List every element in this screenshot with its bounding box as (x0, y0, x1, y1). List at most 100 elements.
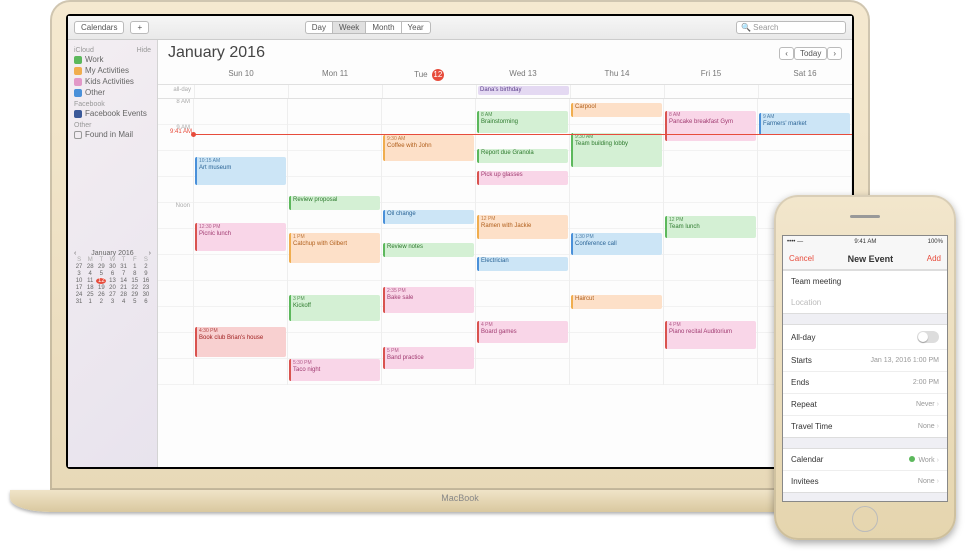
sidebar-group-header: Other (74, 122, 151, 129)
iphone-screen: •••• — 9:41 AM 100% Cancel New Event Add… (782, 235, 948, 502)
macbook-frame: Calendars + Day Week Month Year 🔍 Search… (50, 0, 870, 512)
calendar-event[interactable]: 1 PMCatchup with Gilbert (289, 233, 380, 263)
day-header-cell: Thu 14 (570, 66, 664, 84)
status-bar: •••• — 9:41 AM 100% (783, 236, 947, 248)
day-header-cell: Sun 10 (194, 66, 288, 84)
location-field[interactable]: Location (783, 292, 947, 313)
calendar-event[interactable]: Carpool (571, 103, 662, 117)
calendar-event[interactable]: 3 PMKickoff (289, 295, 380, 321)
day-column[interactable]: 8 AMPancake breakfast Gym 12 PMTeam lunch… (664, 99, 758, 385)
nav-title: New Event (848, 254, 894, 264)
chevron-right-icon: › (937, 478, 939, 485)
calendars-button[interactable]: Calendars (74, 21, 124, 34)
calendar-event[interactable]: Electrician (477, 257, 568, 271)
day-column[interactable]: 8 AMBrainstorming Report due Granola Pick … (476, 99, 570, 385)
today-button[interactable]: Today (794, 47, 827, 60)
sidebar-item[interactable]: Found in Mail (74, 129, 151, 140)
chevron-right-icon: › (937, 457, 939, 464)
cancel-button[interactable]: Cancel (789, 254, 814, 263)
add-button[interactable]: + (130, 21, 149, 34)
nav-bar: Cancel New Event Add (783, 248, 947, 270)
calendar-event[interactable]: 5:30 PMTaco night (289, 359, 380, 381)
calendar-event[interactable]: 2:35 PMBake sale (383, 287, 474, 313)
calendar-event[interactable]: 10:15 AMArt museum (195, 157, 286, 185)
sidebar-item[interactable]: Facebook Events (74, 108, 151, 119)
prev-week-button[interactable]: ‹ (779, 47, 794, 60)
macbook-label: MacBook (441, 493, 479, 503)
calendar-app: Calendars + Day Week Month Year 🔍 Search… (68, 16, 852, 467)
sidebar-item[interactable]: Kids Activities (74, 76, 151, 87)
day-header: Sun 10Mon 11Tue 12Wed 13Thu 14Fri 15Sat … (158, 66, 852, 85)
calendar-event[interactable]: Report due Granola (477, 149, 568, 163)
calendar-event[interactable]: 12:30 PMPicnic lunch (195, 223, 286, 251)
chevron-left-icon[interactable]: ‹ (74, 250, 76, 257)
calendar-event[interactable]: Oil change (383, 210, 474, 224)
calendar-checkbox[interactable] (74, 56, 82, 64)
calendar-row[interactable]: CalendarWork› (783, 449, 947, 471)
sidebar-item[interactable]: Other (74, 87, 151, 98)
calendar-color-dot (909, 456, 915, 462)
iphone-frame: •••• — 9:41 AM 100% Cancel New Event Add… (774, 195, 956, 540)
allday-toggle[interactable] (917, 331, 939, 343)
calendar-event[interactable]: 12 PMRamen with Jackie (477, 215, 568, 239)
week-grid[interactable]: 8 AM9 AMNoon10:15 AMArt museum12:30 PMPi… (158, 99, 852, 385)
calendar-event[interactable]: Haircut (571, 295, 662, 309)
calendar-checkbox[interactable] (74, 89, 82, 97)
calendar-checkbox[interactable] (74, 110, 82, 118)
day-column[interactable]: 9:30 AMCoffee with John Oil change Review … (382, 99, 476, 385)
day-header-cell: Sat 16 (758, 66, 852, 84)
calendar-checkbox[interactable] (74, 131, 82, 139)
sidebar-group-header: iCloudHide (74, 47, 151, 54)
invitees-row[interactable]: InviteesNone› (783, 471, 947, 492)
search-input[interactable]: 🔍 Search (736, 21, 846, 34)
sidebar-group-header: Facebook (74, 101, 151, 108)
calendar-event[interactable]: 5 PMBand practice (383, 347, 474, 369)
calendar-event[interactable]: 1:30 PMConference call (571, 233, 662, 255)
toolbar: Calendars + Day Week Month Year 🔍 Search (68, 16, 852, 40)
calendar-event[interactable]: 12 PMTeam lunch (665, 216, 756, 238)
mini-calendar[interactable]: ‹January 2016› SMTWTFS272829303112345678… (74, 250, 151, 305)
view-day[interactable]: Day (305, 21, 332, 34)
day-header-cell: Mon 11 (288, 66, 382, 84)
calendar-event[interactable]: 4:30 PMBook club Brian's house (195, 327, 286, 357)
calendar-checkbox[interactable] (74, 78, 82, 86)
sidebar-item[interactable]: My Activities (74, 65, 151, 76)
starts-row[interactable]: StartsJan 13, 2016 1:00 PM (783, 350, 947, 372)
day-column[interactable]: Carpool 9:30 AMTeam building lobby 1:30 PM… (570, 99, 664, 385)
calendar-checkbox[interactable] (74, 67, 82, 75)
calendar-event[interactable]: Review proposal (289, 196, 380, 210)
calendar-event[interactable]: Review notes (383, 243, 474, 257)
day-column[interactable]: Review proposal 1 PMCatchup with Gilbert 3… (288, 99, 382, 385)
calendar-event[interactable]: 9:30 AMTeam building lobby (571, 133, 662, 167)
day-column[interactable]: 10:15 AMArt museum 12:30 PMPicnic lunch 4:… (194, 99, 288, 385)
calendar-event[interactable]: 9 AMFarmers' market (759, 113, 850, 135)
page-title: January 2016 (168, 44, 265, 62)
next-week-button[interactable]: › (827, 47, 842, 60)
allday-event[interactable]: Dana's birthday (478, 86, 569, 95)
view-year[interactable]: Year (401, 21, 431, 34)
calendar-event[interactable]: 4 PMPiano recital Auditorium (665, 321, 756, 349)
now-indicator (194, 134, 852, 135)
calendar-event[interactable]: 8 AMPancake breakfast Gym (665, 111, 756, 141)
day-header-cell: Wed 13 (476, 66, 570, 84)
view-week[interactable]: Week (332, 21, 365, 34)
repeat-row[interactable]: RepeatNever› (783, 394, 947, 416)
calendar-event[interactable]: 9:30 AMCoffee with John (383, 135, 474, 161)
calendar-event[interactable]: Pick up glasses (477, 171, 568, 185)
speaker (850, 215, 880, 218)
chevron-right-icon[interactable]: › (149, 250, 151, 257)
home-button[interactable] (852, 506, 878, 532)
chevron-right-icon: › (937, 401, 939, 408)
allday-row[interactable]: All-day (783, 325, 947, 350)
ends-row[interactable]: Ends2:00 PM (783, 372, 947, 394)
calendar-event[interactable]: 8 AMBrainstorming (477, 111, 568, 133)
now-label: 9:41 AM (158, 129, 192, 135)
title-field[interactable]: Team meeting (783, 271, 947, 292)
add-button[interactable]: Add (927, 254, 941, 263)
view-month[interactable]: Month (365, 21, 400, 34)
calendar-event[interactable]: 4 PMBoard games (477, 321, 568, 343)
sidebar-item[interactable]: Work (74, 54, 151, 65)
travel-row[interactable]: Travel TimeNone› (783, 416, 947, 437)
day-header-cell: Tue 12 (382, 66, 476, 84)
day-header-cell: Fri 15 (664, 66, 758, 84)
